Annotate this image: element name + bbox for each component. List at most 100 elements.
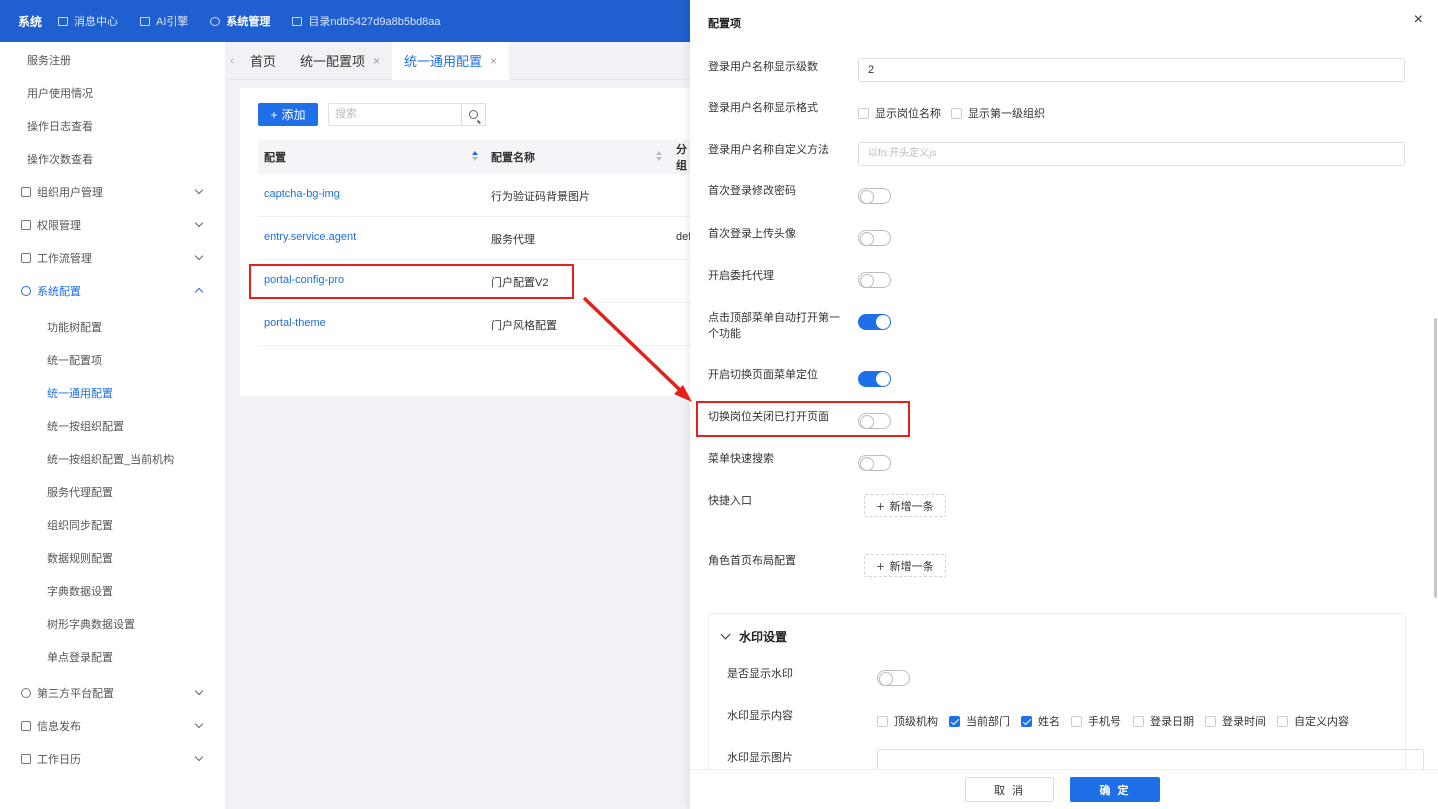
sort-desc-icon[interactable] bbox=[656, 157, 662, 161]
show-first-org-checkbox[interactable]: 显示第一级组织 bbox=[951, 105, 1045, 121]
sidebar-item-data-rules[interactable]: 数据规则配置 bbox=[0, 544, 226, 572]
sidebar-item-operation-count[interactable]: 操作次数查看 bbox=[0, 145, 226, 173]
field-label: 是否显示水印 bbox=[727, 668, 793, 680]
menu-locate-toggle[interactable] bbox=[858, 371, 891, 387]
chevron-up-icon bbox=[194, 287, 204, 297]
watermark-panel: 水印设置 是否显示水印 水印显示内容 顶级机构 当前部门 姓名 手机号 登录日期… bbox=[708, 613, 1424, 783]
sidebar-item-function-tree[interactable]: 功能树配置 bbox=[0, 313, 226, 341]
checkbox[interactable] bbox=[1277, 715, 1288, 727]
close-icon[interactable]: × bbox=[373, 54, 380, 68]
show-position-checkbox[interactable]: 显示岗位名称 bbox=[858, 105, 941, 121]
sidebar-group-org-users[interactable]: 组织用户管理 bbox=[0, 178, 226, 206]
checkbox[interactable] bbox=[1133, 715, 1144, 727]
nav-label: 目录ndb5427d9a8b5bd8aa bbox=[308, 16, 441, 28]
sidebar-item-unified-config-items[interactable]: 统一配置项 bbox=[0, 346, 226, 374]
sidebar-item-sso[interactable]: 单点登录配置 bbox=[0, 643, 226, 671]
watermark-option-dept[interactable]: 当前部门 bbox=[949, 713, 1010, 729]
nav-ai-engine[interactable]: AI引擎 bbox=[140, 13, 188, 29]
confirm-button[interactable]: 确 定 bbox=[1070, 777, 1160, 802]
watermark-collapse-header[interactable]: 水印设置 bbox=[720, 628, 787, 645]
sidebar-item-service-proxy[interactable]: 服务代理配置 bbox=[0, 478, 226, 506]
auto-open-first-toggle[interactable] bbox=[858, 314, 891, 330]
sidebar-group-permissions[interactable]: 权限管理 bbox=[0, 211, 226, 239]
nav-message-center[interactable]: 消息中心 bbox=[58, 13, 118, 29]
field-label: 菜单快速搜索 bbox=[708, 453, 774, 465]
config-group: default bbox=[676, 231, 690, 243]
menu-search-toggle[interactable] bbox=[858, 455, 891, 471]
column-header-name[interactable]: 配置名称 bbox=[491, 149, 535, 165]
sidebar-group-system-config[interactable]: 系统配置 bbox=[0, 277, 226, 305]
table-row[interactable]: entry.service.agent 服务代理 default bbox=[258, 217, 690, 260]
sidebar-group-third-party[interactable]: 第三方平台配置 bbox=[0, 679, 226, 707]
column-header-group[interactable]: 分组 bbox=[676, 141, 690, 173]
field-label: 水印显示图片 bbox=[727, 752, 793, 764]
field-label: 登录用户名称显示级数 bbox=[708, 61, 818, 73]
ai-engine-icon bbox=[140, 16, 151, 26]
column-header-key[interactable]: 配置 bbox=[264, 149, 286, 165]
sidebar-item-tree-dictionary[interactable]: 树形字典数据设置 bbox=[0, 610, 226, 638]
checkbox[interactable] bbox=[858, 107, 869, 119]
name-custom-input[interactable]: 以fn:开头定义js bbox=[858, 142, 1405, 166]
add-role-layout-button[interactable]: + 新增一条 bbox=[864, 554, 946, 577]
table-header: 配置 配置名称 分组 bbox=[258, 140, 690, 174]
sidebar-group-workflow[interactable]: 工作流管理 bbox=[0, 244, 226, 272]
drawer-scrollbar[interactable] bbox=[1434, 318, 1437, 598]
sidebar-item-unified-general-config[interactable]: 统一通用配置 bbox=[0, 379, 226, 407]
delegation-toggle[interactable] bbox=[858, 272, 891, 288]
sidebar-item-org-config[interactable]: 统一按组织配置 bbox=[0, 412, 226, 440]
calendar-icon bbox=[21, 754, 31, 764]
close-icon[interactable]: × bbox=[1414, 11, 1423, 29]
table-row[interactable]: portal-theme 门户风格配置 bbox=[258, 303, 690, 346]
add-shortcut-button[interactable]: + 新增一条 bbox=[864, 494, 946, 517]
watermark-option-top-org[interactable]: 顶级机构 bbox=[877, 713, 938, 729]
tabs-scroll-left-icon[interactable]: ‹ bbox=[226, 55, 238, 67]
watermark-option-phone[interactable]: 手机号 bbox=[1071, 713, 1121, 729]
config-key-link[interactable]: entry.service.agent bbox=[264, 231, 356, 243]
sidebar-item-operation-log[interactable]: 操作日志查看 bbox=[0, 112, 226, 140]
brand-title[interactable]: 系统 bbox=[18, 13, 42, 30]
config-key-link[interactable]: captcha-bg-img bbox=[264, 188, 340, 200]
checkbox-checked[interactable] bbox=[949, 715, 960, 727]
chevron-down-icon bbox=[194, 686, 204, 696]
show-watermark-toggle[interactable] bbox=[877, 670, 910, 686]
close-icon[interactable]: × bbox=[490, 54, 497, 68]
search-input[interactable]: 搜索 bbox=[328, 103, 462, 126]
nav-directory[interactable]: 目录ndb5427d9a8b5bd8aa bbox=[292, 13, 441, 29]
sort-asc-icon[interactable] bbox=[656, 151, 662, 155]
config-name: 门户风格配置 bbox=[491, 320, 557, 332]
sidebar-item-org-sync[interactable]: 组织同步配置 bbox=[0, 511, 226, 539]
sidebar-group-publish[interactable]: 信息发布 bbox=[0, 712, 226, 740]
sidebar-item-org-config-current[interactable]: 统一按组织配置_当前机构 bbox=[0, 445, 226, 473]
sidebar-item-dictionary[interactable]: 字典数据设置 bbox=[0, 577, 226, 605]
config-key-link[interactable]: portal-theme bbox=[264, 317, 326, 329]
first-login-password-toggle[interactable] bbox=[858, 188, 891, 204]
field-label: 角色首页布局配置 bbox=[708, 555, 796, 567]
name-levels-input[interactable]: 2 bbox=[858, 58, 1405, 82]
tab-home[interactable]: 首页 bbox=[238, 42, 288, 80]
watermark-option-login-time[interactable]: 登录时间 bbox=[1205, 713, 1266, 729]
tab-unified-config-items[interactable]: 统一配置项 × bbox=[288, 42, 392, 80]
checkbox[interactable] bbox=[1205, 715, 1216, 727]
cancel-button[interactable]: 取 消 bbox=[965, 777, 1054, 802]
watermark-option-name[interactable]: 姓名 bbox=[1021, 713, 1060, 729]
add-button[interactable]: + 添加 bbox=[258, 103, 318, 126]
checkbox[interactable] bbox=[951, 107, 962, 119]
first-login-avatar-toggle[interactable] bbox=[858, 230, 891, 246]
watermark-option-custom[interactable]: 自定义内容 bbox=[1277, 713, 1349, 729]
workflow-icon bbox=[21, 253, 31, 263]
sidebar-item-service-register[interactable]: 服务注册 bbox=[0, 46, 226, 74]
checkbox[interactable] bbox=[877, 715, 888, 727]
sidebar-item-user-usage[interactable]: 用户使用情况 bbox=[0, 79, 226, 107]
table-row[interactable]: captcha-bg-img 行为验证码背景图片 bbox=[258, 174, 690, 217]
search-icon bbox=[469, 110, 478, 119]
tab-unified-general-config[interactable]: 统一通用配置 × bbox=[392, 41, 510, 80]
checkbox[interactable] bbox=[1071, 715, 1082, 727]
sort-desc-icon[interactable] bbox=[472, 157, 478, 161]
checkbox-checked[interactable] bbox=[1021, 715, 1032, 727]
nav-system-management[interactable]: 系统管理 bbox=[210, 13, 270, 29]
watermark-option-login-date[interactable]: 登录日期 bbox=[1133, 713, 1194, 729]
search-button[interactable] bbox=[461, 103, 486, 126]
annotation-box-portal-config bbox=[249, 264, 574, 299]
sidebar-group-calendar[interactable]: 工作日历 bbox=[0, 745, 226, 773]
sort-asc-icon[interactable] bbox=[472, 151, 478, 155]
